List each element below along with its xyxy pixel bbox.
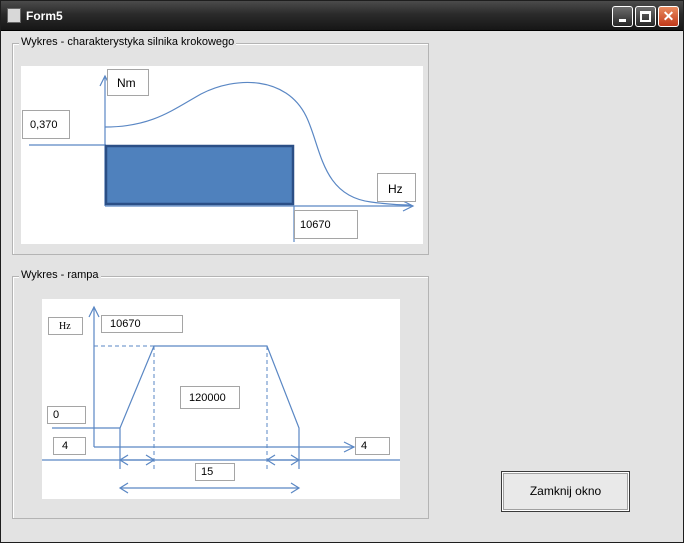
working-area-rect: [104, 144, 295, 206]
close-window-button[interactable]: ✕: [658, 6, 679, 27]
maximize-icon: [640, 11, 651, 22]
frequency-value-field[interactable]: 10670: [294, 210, 358, 239]
start-frequency-field[interactable]: 0: [47, 406, 86, 424]
decel-time-field[interactable]: 4: [355, 437, 390, 455]
motor-characteristic-plot: [29, 74, 415, 242]
torque-value-field[interactable]: 0,370: [22, 110, 70, 139]
nm-unit-label: Nm: [107, 69, 149, 96]
app-icon: [7, 8, 21, 23]
maximize-button[interactable]: [635, 6, 656, 27]
window-title: Form5: [26, 9, 63, 23]
ramp-hz-unit-label: Hz: [48, 317, 83, 335]
max-frequency-field[interactable]: 10670: [101, 315, 183, 333]
accel-time-field[interactable]: 4: [53, 437, 86, 455]
duration-field[interactable]: 15: [195, 463, 235, 481]
close-form-button[interactable]: Zamknij okno: [501, 471, 630, 512]
motor-characteristic-canvas: [21, 66, 423, 244]
hz-unit-label: Hz: [377, 173, 416, 202]
motor-characteristic-label: Wykres - charakterystyka silnika krokowe…: [19, 36, 237, 48]
minimize-button[interactable]: [612, 6, 633, 27]
title-bar[interactable]: Form5 ✕: [1, 1, 683, 31]
close-icon: ✕: [662, 8, 675, 24]
step-count-field[interactable]: 120000: [180, 386, 240, 409]
ramp-label: Wykres - rampa: [19, 269, 101, 281]
minimize-icon: [619, 19, 626, 22]
form-window: Form5 ✕ Wykres - charakterystyka silnika…: [0, 0, 684, 543]
